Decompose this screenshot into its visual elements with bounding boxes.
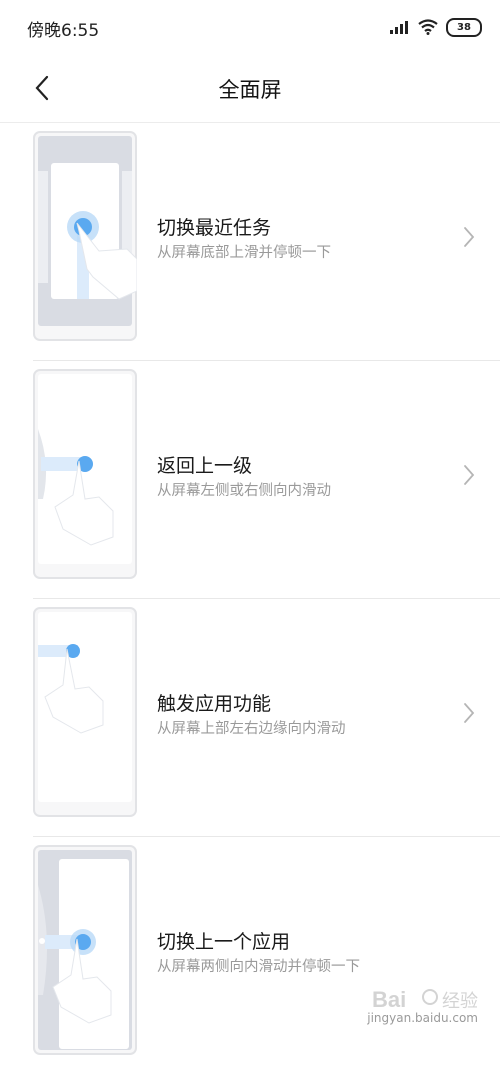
item-subtitle: 从屏幕底部上滑并停顿一下: [157, 245, 331, 261]
item-subtitle: 从屏幕左侧或右侧向内滑动: [157, 483, 331, 499]
chevron-right-icon: [464, 465, 475, 485]
status-icons: 38: [390, 16, 482, 38]
chevron-right-icon: [464, 703, 475, 723]
watermark-url: jingyan.baidu.com: [367, 1011, 478, 1025]
recent-tasks-illustration: [33, 131, 137, 341]
item-title: 切换最近任务: [157, 217, 272, 239]
go-back-illustration: [33, 369, 137, 579]
list-item-app-function[interactable]: 触发应用功能 从屏幕上部左右边缘向内滑动: [0, 599, 500, 837]
item-subtitle: 从屏幕两侧向内滑动并停顿一下: [157, 959, 360, 975]
svg-text:Bai: Bai: [372, 987, 406, 1012]
page-title: 全面屏: [218, 78, 282, 102]
item-title: 返回上一级: [157, 455, 253, 477]
status-time: 傍晚6:55: [27, 21, 100, 41]
item-title: 切换上一个应用: [157, 931, 291, 953]
previous-app-illustration: [33, 845, 137, 1055]
gesture-list: 切换最近任务 从屏幕底部上滑并停顿一下 返回上一级 从屏幕左侧或右侧向内滑动 触…: [0, 123, 500, 1075]
item-title: 触发应用功能: [157, 693, 272, 715]
svg-text:经验: 经验: [442, 991, 478, 1011]
signal-icon: [390, 21, 408, 34]
title-bar: 全面屏: [0, 56, 500, 123]
list-item-previous-app[interactable]: 切换上一个应用 从屏幕两侧向内滑动并停顿一下: [0, 837, 500, 1075]
list-item-go-back[interactable]: 返回上一级 从屏幕左侧或右侧向内滑动: [0, 361, 500, 599]
wifi-icon: [418, 19, 438, 35]
list-item-recent-tasks[interactable]: 切换最近任务 从屏幕底部上滑并停顿一下: [0, 123, 500, 361]
battery-icon: 38: [446, 17, 482, 37]
status-bar: 傍晚6:55 38: [0, 0, 500, 56]
item-subtitle: 从屏幕上部左右边缘向内滑动: [157, 721, 346, 737]
chevron-right-icon: [464, 227, 475, 247]
app-function-illustration: [33, 607, 137, 817]
